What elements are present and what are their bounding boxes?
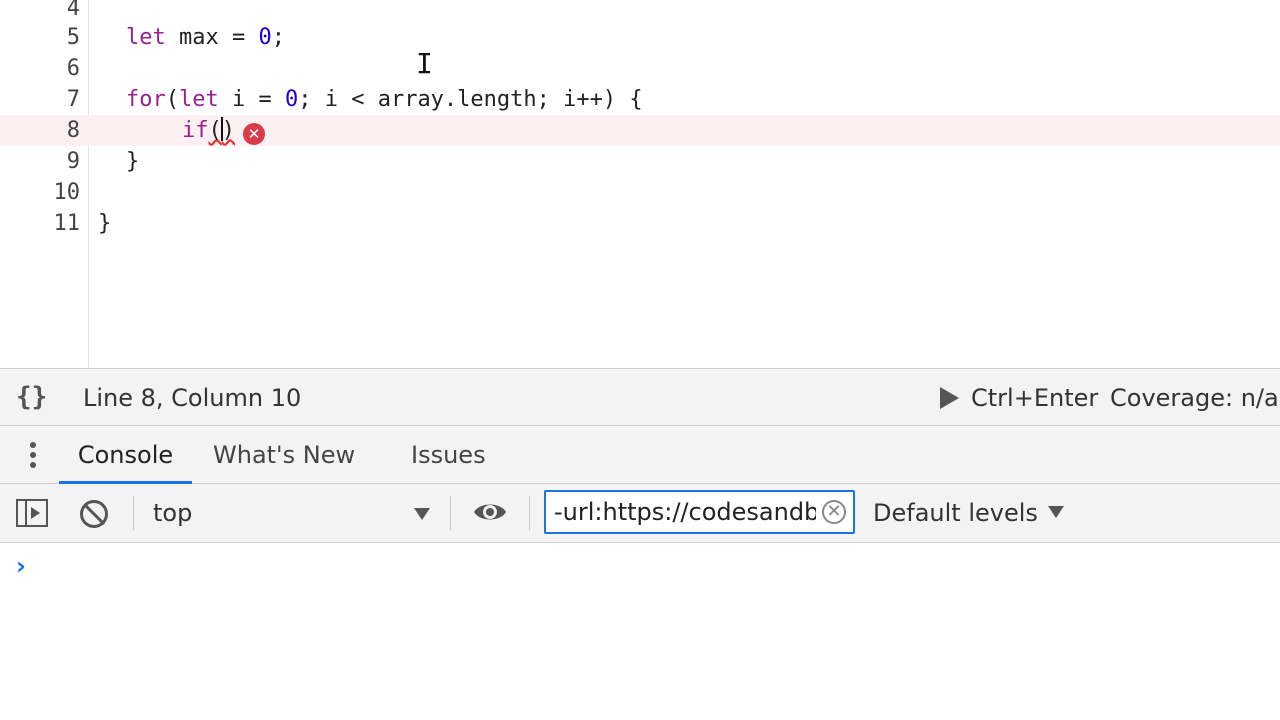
code-line-5[interactable]: 5 let max = 0; (0, 22, 1280, 53)
code-line-11[interactable]: 11 } (0, 208, 1280, 239)
tab-issues[interactable]: Issues (411, 426, 486, 484)
context-selector[interactable]: top (153, 484, 433, 542)
play-icon (940, 387, 959, 409)
line-number: 7 (66, 87, 80, 112)
tab-console[interactable]: Console (59, 426, 192, 484)
toolbar-divider (529, 496, 530, 530)
filter-input[interactable] (554, 492, 816, 532)
context-value: top (153, 499, 193, 527)
code-line-6[interactable]: 6 (0, 53, 1280, 84)
console-output[interactable]: › (0, 543, 1280, 720)
syntax-error-underline: () (208, 117, 235, 143)
code-text: if() (182, 117, 235, 143)
code-text: } (126, 149, 140, 174)
coverage-status[interactable]: Coverage: n/a (1110, 381, 1279, 415)
line-number: 4 (66, 0, 80, 21)
code-text: } (98, 211, 112, 236)
code-text: let max = 0; (126, 25, 285, 50)
code-line-4[interactable]: 4 (0, 0, 1280, 24)
sidebar-toggle-icon[interactable] (16, 499, 48, 527)
line-number: 5 (66, 25, 80, 50)
mouse-ibeam-cursor-icon: I (416, 47, 433, 80)
run-shortcut-label: Ctrl+Enter (971, 384, 1099, 412)
editor-status-bar: {} Line 8, Column 10 Ctrl+Enter Coverage… (0, 368, 1280, 426)
line-number: 6 (66, 56, 80, 81)
cursor-position: Line 8, Column 10 (83, 384, 302, 412)
code-line-7[interactable]: 7 for(let i = 0; i < array.length; i++) … (0, 84, 1280, 115)
code-editor[interactable]: 4 5 let max = 0; 6 7 for(let i = 0; i < … (0, 0, 1280, 368)
filter-box: ✕ (544, 490, 855, 534)
run-snippet-button[interactable]: Ctrl+Enter (940, 381, 1098, 415)
clear-filter-icon[interactable]: ✕ (822, 500, 846, 524)
code-line-10[interactable]: 10 (0, 177, 1280, 208)
clear-console-icon[interactable] (80, 500, 108, 528)
kebab-menu-icon[interactable] (22, 439, 44, 471)
console-toolbar: top ✕ Default levels (0, 484, 1280, 543)
chevron-down-icon[interactable] (414, 508, 430, 520)
error-icon[interactable]: ✕ (243, 123, 265, 145)
line-number: 11 (53, 211, 81, 236)
console-prompt-icon[interactable]: › (16, 551, 26, 581)
code-line-9[interactable]: 9 } (0, 146, 1280, 177)
chevron-down-icon (1047, 506, 1064, 518)
eye-icon[interactable] (473, 499, 507, 525)
toolbar-divider (450, 496, 451, 530)
tab-whats-new[interactable]: What's New (213, 426, 355, 484)
line-number: 9 (66, 149, 80, 174)
log-levels-dropdown[interactable]: Default levels (873, 484, 1064, 542)
curly-braces-icon[interactable]: {} (16, 379, 47, 415)
code-line-8[interactable]: 8 if() ✕ (0, 115, 1280, 146)
line-number: 10 (53, 180, 81, 205)
drawer-tab-bar: Console What's New Issues (0, 426, 1280, 484)
log-levels-label: Default levels (873, 499, 1038, 527)
line-number: 8 (66, 118, 80, 143)
toolbar-divider (133, 496, 134, 530)
code-text: for(let i = 0; i < array.length; i++) { (126, 87, 643, 112)
